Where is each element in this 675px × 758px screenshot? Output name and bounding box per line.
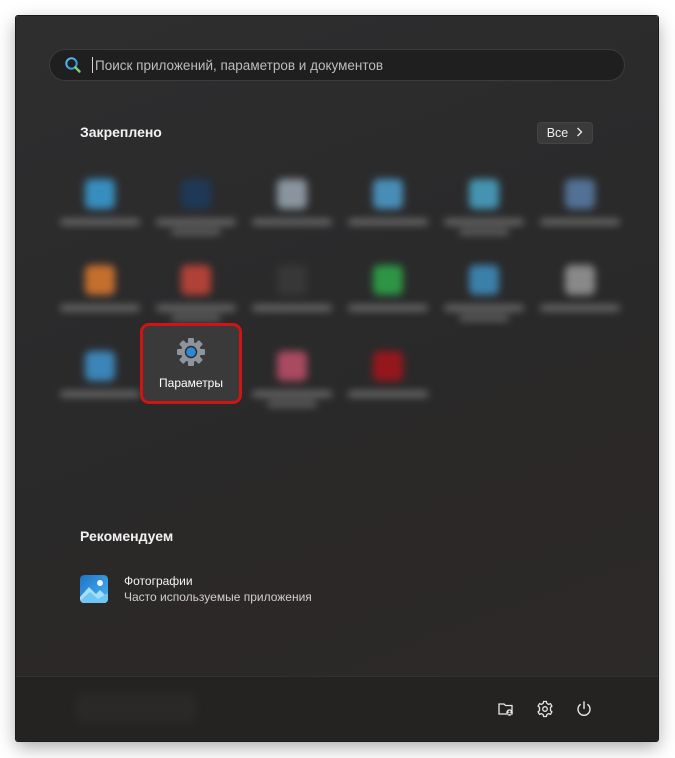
pinned-app-tile[interactable]: [50, 257, 150, 335]
all-apps-button[interactable]: Все: [537, 122, 593, 144]
app-label-blurred: [540, 219, 620, 225]
app-label-blurred: [444, 219, 524, 225]
app-label-blurred: [459, 229, 509, 235]
file-explorer-icon[interactable]: [496, 699, 516, 719]
pinned-app-tile[interactable]: [338, 171, 438, 249]
pinned-app-settings[interactable]: Параметры: [140, 323, 242, 404]
app-icon: [85, 265, 115, 295]
search-input[interactable]: [95, 57, 624, 73]
pinned-section-title: Закреплено: [80, 124, 162, 140]
app-icon: [85, 179, 115, 209]
app-icon: [469, 179, 499, 209]
text-caret: [92, 57, 93, 73]
app-icon: [373, 179, 403, 209]
gear-icon: [176, 337, 206, 367]
app-icon: [85, 351, 115, 381]
recommended-item-photos[interactable]: Фотографии Часто используемые приложения: [80, 572, 380, 606]
app-label-blurred: [444, 305, 524, 311]
app-label-blurred: [156, 219, 236, 225]
search-icon: [64, 56, 82, 74]
app-label-blurred: [252, 219, 332, 225]
app-label-blurred: [348, 305, 428, 311]
all-apps-label: Все: [546, 126, 569, 140]
search-box[interactable]: [49, 49, 625, 81]
recommended-item-subtitle: Часто используемые приложения: [124, 589, 312, 604]
pinned-app-tile[interactable]: [530, 171, 630, 249]
app-icon: [181, 179, 211, 209]
pinned-app-tile[interactable]: [434, 257, 534, 335]
settings-gear-icon[interactable]: [535, 699, 555, 719]
pinned-app-tile[interactable]: [434, 171, 534, 249]
chevron-right-icon: [576, 126, 583, 140]
app-label-blurred: [348, 219, 428, 225]
recommended-section-title: Рекомендуем: [80, 528, 174, 544]
pinned-app-tile[interactable]: [338, 343, 438, 421]
pinned-app-tile[interactable]: [242, 343, 342, 421]
app-label-blurred: [171, 229, 221, 235]
app-label-blurred: [252, 305, 332, 311]
app-label-blurred: [540, 305, 620, 311]
app-label-blurred: [60, 391, 140, 397]
app-icon: [277, 351, 307, 381]
app-icon: [565, 179, 595, 209]
settings-app-label: Параметры: [159, 376, 223, 390]
power-icon[interactable]: [574, 699, 594, 719]
start-menu: Закреплено Все: [16, 16, 658, 741]
app-icon: [277, 179, 307, 209]
app-icon: [565, 265, 595, 295]
pinned-apps-grid: [46, 159, 626, 419]
pinned-app-tile[interactable]: [530, 257, 630, 335]
pinned-app-tile[interactable]: [50, 171, 150, 249]
user-account-blurred[interactable]: [76, 693, 196, 723]
pinned-app-tile[interactable]: [50, 343, 150, 421]
start-bottom-bar: [16, 676, 658, 741]
app-icon: [277, 265, 307, 295]
app-label-blurred: [348, 391, 428, 397]
app-label-blurred: [252, 391, 332, 397]
app-icon: [373, 265, 403, 295]
pinned-app-tile[interactable]: [146, 171, 246, 249]
app-label-blurred: [60, 305, 140, 311]
pinned-app-tile[interactable]: [242, 171, 342, 249]
app-label-blurred: [267, 401, 317, 407]
app-icon: [373, 351, 403, 381]
app-label-blurred: [459, 315, 509, 321]
recommended-item-title: Фотографии: [124, 573, 193, 588]
app-label-blurred: [60, 219, 140, 225]
app-icon: [181, 265, 211, 295]
app-icon: [469, 265, 499, 295]
app-label-blurred: [171, 315, 221, 321]
app-label-blurred: [156, 305, 236, 311]
pinned-app-tile[interactable]: [242, 257, 342, 335]
photos-icon: [80, 575, 108, 603]
pinned-app-tile[interactable]: [338, 257, 438, 335]
